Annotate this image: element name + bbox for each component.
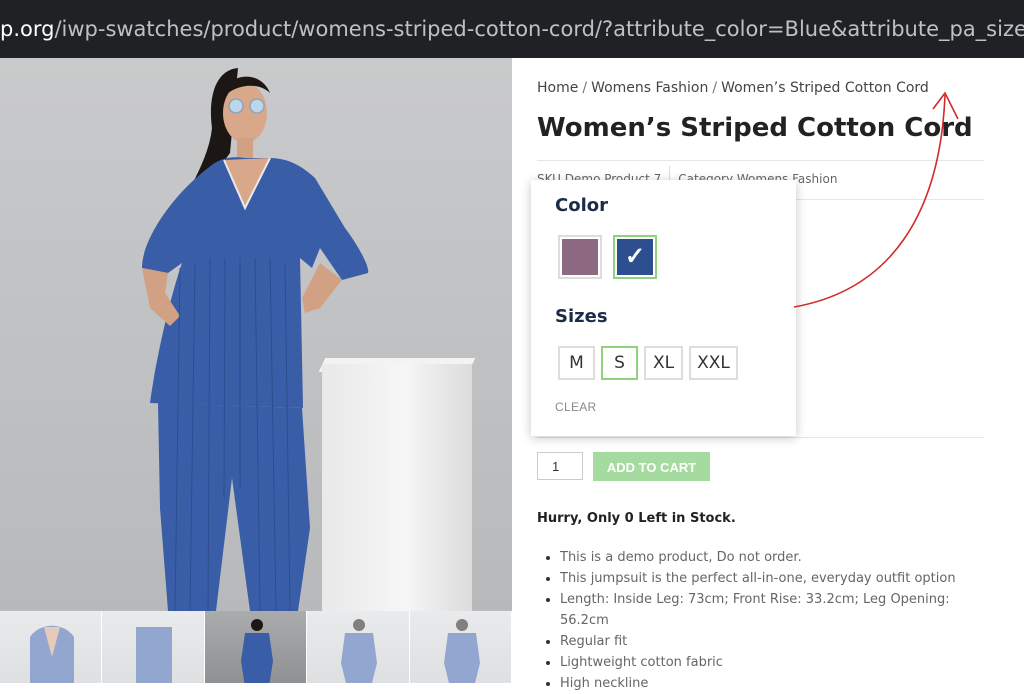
add-to-cart-button[interactable]: ADD TO CART bbox=[593, 452, 710, 481]
color-swatch-mauve[interactable] bbox=[558, 235, 602, 279]
model-figure bbox=[142, 68, 369, 611]
breadcrumb-separator: / bbox=[712, 80, 718, 96]
size-button-xxl[interactable]: XXL bbox=[689, 346, 738, 380]
thumbnail-overlay bbox=[307, 611, 409, 683]
address-bar[interactable]: p.org/iwp-swatches/product/womens-stripe… bbox=[0, 0, 1024, 58]
breadcrumb-home[interactable]: Home bbox=[537, 80, 578, 96]
list-item: Regular fit bbox=[560, 631, 980, 652]
thumbnail-4[interactable] bbox=[307, 611, 409, 683]
feature-list: This is a demo product, Do not order. Th… bbox=[537, 547, 980, 694]
divider bbox=[537, 437, 984, 438]
annotation-arrow bbox=[793, 91, 959, 308]
size-button-xl[interactable]: XL bbox=[644, 346, 683, 380]
stock-message: Hurry, Only 0 Left in Stock. bbox=[537, 511, 736, 526]
thumbnail-5[interactable] bbox=[409, 611, 512, 683]
color-heading: Color bbox=[555, 195, 608, 216]
thumbnail-3[interactable] bbox=[204, 611, 307, 683]
size-button-s[interactable]: S bbox=[601, 346, 638, 380]
thumbnail-1[interactable] bbox=[0, 611, 102, 683]
swatch-fill: ✓ bbox=[617, 239, 653, 275]
list-item: High neckline bbox=[560, 673, 980, 694]
list-item: Lightweight cotton fabric bbox=[560, 652, 980, 673]
thumbnail-overlay bbox=[409, 611, 512, 683]
thumbnail-image bbox=[240, 619, 273, 683]
quantity-input[interactable] bbox=[537, 452, 583, 480]
breadcrumb-category[interactable]: Womens Fashion bbox=[591, 80, 708, 96]
check-icon: ✓ bbox=[624, 243, 646, 270]
list-item: Length: Inside Leg: 73cm; Front Rise: 33… bbox=[560, 589, 980, 631]
thumbnail-overlay bbox=[0, 611, 102, 683]
product-main-image[interactable] bbox=[0, 58, 512, 611]
clear-link[interactable]: CLEAR bbox=[555, 400, 597, 414]
sizes-heading: Sizes bbox=[555, 306, 608, 327]
swatch-fill bbox=[562, 239, 598, 275]
size-button-m[interactable]: M bbox=[558, 346, 595, 380]
color-swatch-blue[interactable]: ✓ bbox=[613, 235, 657, 279]
thumbnail-2[interactable] bbox=[102, 611, 204, 683]
url-path: /iwp-swatches/product/womens-striped-cot… bbox=[54, 17, 1024, 41]
breadcrumb-separator: / bbox=[582, 80, 588, 96]
variation-popup: Color ✓ Sizes M S XL XXL CLEAR bbox=[531, 180, 796, 436]
url-domain: p.org bbox=[0, 17, 55, 41]
thumbnail-overlay bbox=[102, 611, 204, 683]
list-item: This jumpsuit is the perfect all-in-one,… bbox=[560, 568, 980, 589]
thumbnail-strip bbox=[0, 611, 512, 683]
list-item: This is a demo product, Do not order. bbox=[560, 547, 980, 568]
